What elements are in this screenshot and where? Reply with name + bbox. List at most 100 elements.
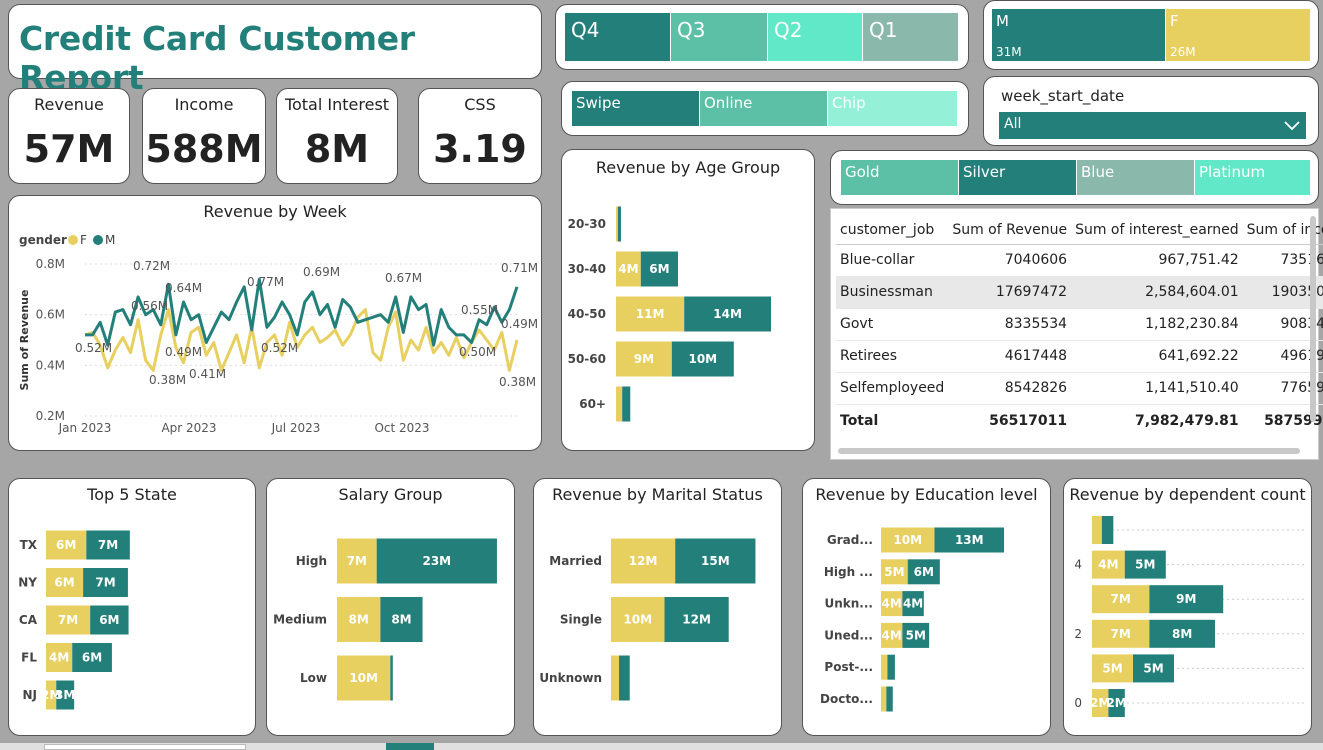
education-level-card: Revenue by Education level Grad... 10M 13M… xyxy=(802,478,1051,736)
x-tick-label: Oct 2023 xyxy=(374,421,429,435)
gender-m-button[interactable]: M 31M xyxy=(992,9,1166,61)
data-label: 0.50M xyxy=(459,345,496,359)
data-label: 0.72M xyxy=(133,259,170,273)
legend-title: gender xyxy=(19,233,67,247)
data-label: 9M xyxy=(1176,592,1196,606)
data-label: 7M xyxy=(58,613,78,627)
page-tab-active[interactable] xyxy=(386,743,434,750)
data-label: 6M xyxy=(82,651,102,665)
kpi-label: Revenue xyxy=(34,95,104,114)
category-label: Married xyxy=(549,554,602,568)
data-label: 10M xyxy=(688,352,717,366)
column-header[interactable]: customer_job xyxy=(836,216,949,245)
data-label: 5M xyxy=(884,565,904,579)
quarter-q2-button[interactable]: Q2 xyxy=(768,13,863,61)
data-label: 8M xyxy=(1172,627,1192,641)
category-label: 0 xyxy=(1074,696,1082,710)
data-label: 7M xyxy=(1111,627,1131,641)
data-label: 5M xyxy=(1102,661,1122,675)
page-tab-bar xyxy=(0,743,1323,750)
chart-title: Revenue by Week xyxy=(203,202,347,221)
txn-online-button[interactable]: Online xyxy=(700,91,828,126)
column-header[interactable]: Sum of interest_earned xyxy=(1071,216,1243,245)
data-label: 7M xyxy=(1111,592,1131,606)
category-label: 40-50 xyxy=(568,307,606,321)
revenue-by-week-card: Revenue by Week gender F M 0.2M 0.4M 0.6M 0.8M… xyxy=(8,195,542,451)
bar-f xyxy=(616,206,618,242)
kpi-interest-card: Total Interest 8M xyxy=(276,88,398,184)
quarter-q4-button[interactable]: Q4 xyxy=(565,13,671,61)
table-row[interactable]: Retirees 4617448 641,692.22 49619308 xyxy=(836,340,1323,373)
data-label: 0.71M xyxy=(501,261,538,275)
gender-slicer-card: M 31M F 26M xyxy=(983,0,1319,70)
y-axis-label: Sum of Revenue xyxy=(18,290,31,391)
bar-m xyxy=(886,686,893,712)
table-cell: 7,982,479.81 xyxy=(1071,403,1243,438)
data-label: 8M xyxy=(391,613,411,627)
gender-m-label: M xyxy=(996,12,1009,30)
txn-chip-button[interactable]: Chip xyxy=(828,91,958,126)
card-silver-button[interactable]: Silver xyxy=(959,160,1077,195)
y-tick-label: 0.8M xyxy=(36,257,65,271)
horizontal-scrollbar[interactable] xyxy=(838,448,1300,454)
table-cell: Retirees xyxy=(836,340,949,373)
data-label: 5M xyxy=(1135,558,1155,572)
data-label: 6M xyxy=(649,262,669,276)
quarter-slicer-card: Q4 Q3 Q2 Q1 xyxy=(555,4,969,70)
data-label: 3M xyxy=(55,688,75,702)
card-blue-button[interactable]: Blue xyxy=(1077,160,1195,195)
data-label: 0.64M xyxy=(165,281,202,295)
data-label: 13M xyxy=(955,533,984,547)
bar-f xyxy=(881,686,887,712)
table-cell: 967,751.42 xyxy=(1071,244,1243,277)
kpi-income-card: Income 588M xyxy=(142,88,266,184)
category-label: 30-40 xyxy=(568,262,606,276)
data-label: 11M xyxy=(636,307,665,321)
chart-title: Revenue by dependent count xyxy=(1069,485,1306,504)
card-gold-button[interactable]: Gold xyxy=(841,160,959,195)
page-tab[interactable] xyxy=(44,744,246,750)
table-cell: Total xyxy=(836,403,949,438)
category-label: TX xyxy=(20,538,38,552)
data-label: 0.55M xyxy=(461,303,498,317)
category-label: Medium xyxy=(273,613,327,627)
marital-status-card: Revenue by Marital Status Married 12M 15M S… xyxy=(533,478,782,736)
table-row[interactable]: Selfemployeed 8542826 1,141,510.40 77659… xyxy=(836,372,1323,405)
category-label: CA xyxy=(19,613,38,627)
data-label: 6M xyxy=(54,576,74,590)
card-platinum-button[interactable]: Platinum xyxy=(1195,160,1311,195)
bar-m xyxy=(619,655,630,701)
y-tick-label: 0.6M xyxy=(36,308,65,322)
data-label: 0.77M xyxy=(247,275,284,289)
category-label: 60+ xyxy=(579,397,606,411)
chart-title: Revenue by Education level xyxy=(815,485,1038,504)
week-start-date-dropdown[interactable]: All xyxy=(999,112,1306,139)
chevron-down-icon xyxy=(1284,121,1300,131)
gender-f-button[interactable]: F 26M xyxy=(1166,9,1311,61)
table-cell: 8542826 xyxy=(948,372,1072,405)
column-header[interactable]: Sum of Revenue xyxy=(948,216,1072,245)
data-label: 4M xyxy=(882,597,902,611)
quarter-q3-button[interactable]: Q3 xyxy=(671,13,768,61)
legend-f-marker xyxy=(68,235,78,245)
job-matrix-table: customer_job Sum of Revenue Sum of inter… xyxy=(836,216,1323,438)
legend-m-marker xyxy=(93,235,103,245)
table-cell: 2,584,604.01 xyxy=(1071,276,1243,309)
table-cell: 7040606 xyxy=(948,244,1072,277)
table-row[interactable]: Blue-collar 7040606 967,751.42 73516911 xyxy=(836,244,1323,277)
legend-m-label: M xyxy=(105,233,115,247)
data-label: 8M xyxy=(349,613,369,627)
data-label: 12M xyxy=(629,554,658,568)
data-label: 9M xyxy=(634,352,654,366)
vertical-scrollbar[interactable] xyxy=(1310,216,1316,422)
bar-m xyxy=(390,655,393,701)
table-cell: 641,692.22 xyxy=(1071,340,1243,373)
table-row[interactable]: Businessman 17697472 2,584,604.01 190350… xyxy=(836,276,1323,309)
txn-type-slicer: Swipe Online Chip xyxy=(572,91,958,126)
category-label: Low xyxy=(300,671,327,685)
quarter-q1-button[interactable]: Q1 xyxy=(863,13,959,61)
table-total-row: Total 56517011 7,982,479.81 587599783 xyxy=(836,403,1323,438)
txn-swipe-button[interactable]: Swipe xyxy=(572,91,700,126)
table-row[interactable]: Govt 8335534 1,182,230.84 90834727 xyxy=(836,308,1323,341)
dependent-count-chart: 4 4M 5M7M 9M2 7M 8M5M 5M0 2M2M xyxy=(1074,516,1304,717)
